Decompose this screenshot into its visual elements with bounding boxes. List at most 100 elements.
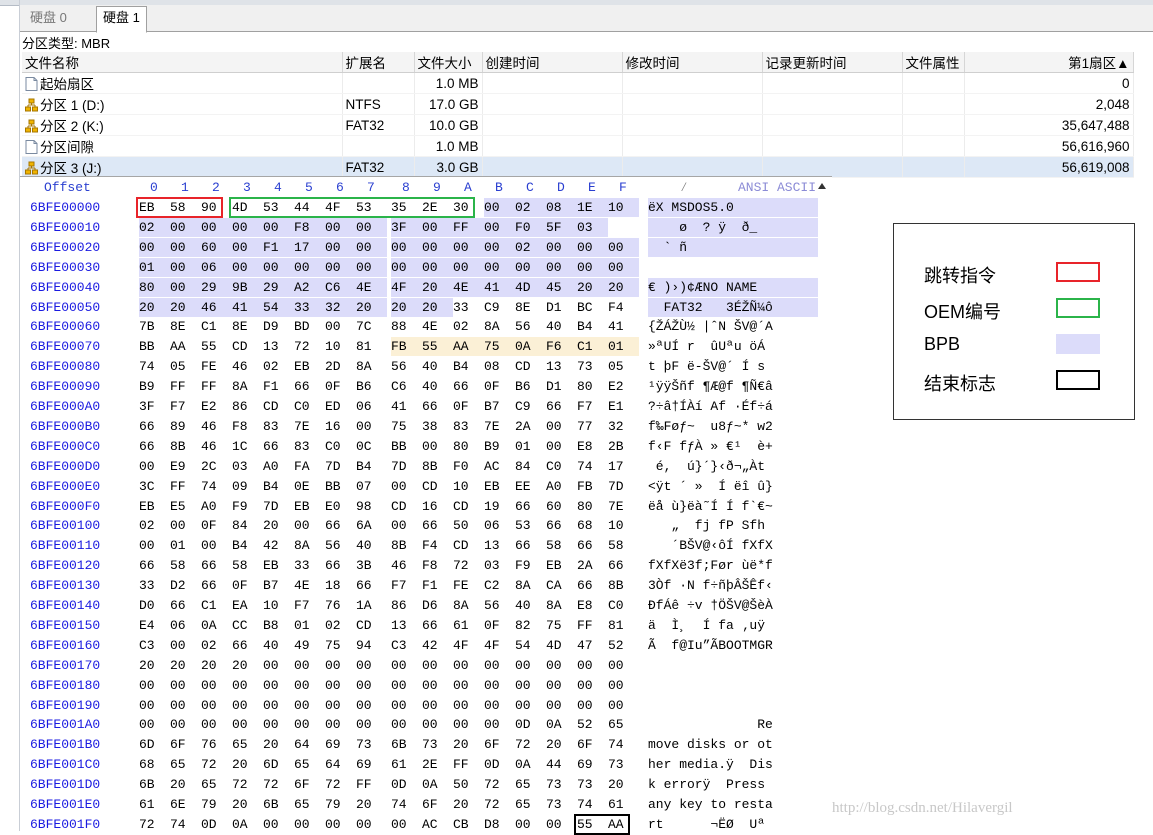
- hex-offset: 6BFE000F0: [30, 498, 101, 514]
- hex-offset: 6BFE00170: [30, 657, 101, 673]
- hex-row[interactable]: 6BFE00160 C3 00 02 66 40 49 75 94 C3 42 4F 4F 54 4D 47 5…: [20, 636, 832, 655]
- hex-view[interactable]: Offset 0 1 2 3 4 5 6 7 8 9 A B C D E F ⁄ ANSI ASCII 6BF…: [20, 176, 832, 835]
- hex-row[interactable]: 6BFE00110 00 01 00 B4 42 8A 56 40 8B F4 CD 13 66 58 66 5…: [20, 536, 832, 555]
- table-row[interactable]: 起始扇区 1.0 MB 0: [22, 72, 1134, 94]
- hex-row[interactable]: 6BFE00150 E4 06 0A CC B8 01 02 CD 13 66 61 0F 82 75 FF 8…: [20, 616, 832, 635]
- column-header-attributes[interactable]: 文件属性: [902, 52, 965, 73]
- column-header-size[interactable]: 文件大小: [414, 52, 483, 73]
- cell-size: 10.0 GB: [414, 114, 483, 136]
- hex-header-ascii: ANSI ASCII: [738, 180, 817, 195]
- hex-row[interactable]: 6BFE00010 02 00 00 00 00 F8 00 00 3F 00 FF 00 F0 5F 03 …: [20, 217, 832, 237]
- cell-created: [482, 156, 623, 178]
- hex-column-header: 6: [336, 180, 344, 195]
- hex-row[interactable]: 6BFE00040 80 00 29 9B 29 A2 C6 4E 4F 20 4E 41 4D 45 20 2…: [20, 277, 832, 297]
- hex-row[interactable]: 6BFE00120 66 58 66 58 EB 33 66 3B 46 F8 72 03 F9 EB 2A 6…: [20, 556, 832, 575]
- tab-disk-1[interactable]: 硬盘 1: [96, 6, 147, 33]
- hex-row[interactable]: 6BFE000E0 3C FF 74 09 B4 0E BB 07 00 CD 10 EB EE A0 FB 7…: [20, 477, 832, 496]
- hex-offset: 6BFE001E0: [30, 797, 101, 812]
- table-row[interactable]: 分区 3 (J:) FAT32 3.0 GB 56,619,008: [22, 156, 1134, 178]
- ascii-text: »ªUÍ r ûUªu öÁ: [648, 339, 766, 355]
- hex-row[interactable]: 6BFE00190 00 00 00 00 00 00 00 00 00 00 00 00 00 00 00 0…: [20, 696, 832, 715]
- hex-row[interactable]: 6BFE000D0 00 E9 2C 03 A0 FA 7D B4 7D 8B F0 AC 84 C0 74 1…: [20, 457, 832, 476]
- cell-created: [482, 93, 623, 115]
- cell-extension: FAT32: [342, 114, 415, 136]
- ascii-text: FAT32 3ÉŽÑ¼ô: [648, 297, 818, 317]
- hex-row[interactable]: 6BFE00030 01 00 06 00 00 00 00 00 00 00 00 00 00 00 00 0…: [20, 257, 832, 277]
- hex-offset: 6BFE000B0: [30, 418, 101, 434]
- hex-offset: 6BFE000D0: [30, 458, 101, 474]
- legend-label-bpb: BPB: [924, 334, 961, 354]
- hex-bytes: C3 00 02 66 40 49 75 94 C3 42 4F 4F 54 4D 47 52: [139, 637, 624, 653]
- column-header-first-sector[interactable]: 第1扇区▲: [964, 52, 1134, 73]
- hex-row[interactable]: 6BFE000B0 66 89 46 F8 83 7E 16 00 75 38 83 7E 2A 00 77 3…: [20, 417, 832, 436]
- hex-row[interactable]: 6BFE001E0 61 6E 79 20 6B 65 79 20 74 6F 20 72 65 73 74 6…: [20, 795, 832, 814]
- hex-row[interactable]: 6BFE000F0 EB E5 A0 F9 7D EB E0 98 CD 16 CD 19 66 60 80 7…: [20, 497, 832, 516]
- column-header-name[interactable]: 文件名称: [22, 52, 343, 73]
- ascii-text: any key to resta: [648, 797, 773, 812]
- cell-extension: FAT32: [342, 156, 415, 178]
- table-row[interactable]: 分区 1 (D:) NTFS 17.0 GB 2,048: [22, 93, 1134, 115]
- hex-bytes: 33 D2 66 0F B7 4E 18 66 F7 F1 FE C2 8A CA 66 8B: [139, 578, 624, 594]
- scroll-up-arrow-icon[interactable]: [818, 183, 826, 189]
- ascii-text: rt ¬ËØ Uª: [648, 816, 766, 832]
- tab-disk-0[interactable]: 硬盘 0: [24, 7, 73, 30]
- hex-offset: 6BFE00070: [30, 339, 101, 355]
- hex-bytes: 74 05 FE 46 02 EB 2D 8A 56 40 B4 08 CD 13 73 05: [139, 359, 624, 375]
- table-row[interactable]: 分区间隙 1.0 MB 56,616,960: [22, 135, 1134, 157]
- hex-row[interactable]: 6BFE000C0 66 8B 46 1C 66 83 C0 0C BB 00 80 B9 01 00 E8 2…: [20, 437, 832, 456]
- ascii-text: f‹F fƒÀ » €¹ è+: [648, 438, 773, 454]
- ascii-text: Re: [648, 717, 773, 733]
- column-header-record-updated[interactable]: 记录更新时间: [762, 52, 903, 73]
- hex-row[interactable]: 6BFE00050 20 20 46 41 54 33 32 20 20 20 33 C9 8E D1 BC F…: [20, 297, 832, 317]
- hex-row[interactable]: 6BFE001C0 68 65 72 20 6D 65 64 69 61 2E FF 0D 0A 44 69 7…: [20, 755, 832, 774]
- cell-record-updated: [762, 156, 903, 178]
- hex-row[interactable]: 6BFE001D0 6B 20 65 72 72 6F 72 FF 0D 0A 50 72 65 73 73 2…: [20, 775, 832, 794]
- cell-name: 分区 2 (K:): [22, 114, 343, 136]
- hex-row[interactable]: 6BFE00170 20 20 20 20 00 00 00 00 00 00 00 00 00 00 00 0…: [20, 656, 832, 675]
- hex-offset: 6BFE00080: [30, 359, 101, 375]
- cell-size: 1.0 MB: [414, 72, 483, 94]
- hex-row[interactable]: 6BFE00090 B9 FF FF 8A F1 66 0F B6 C6 40 66 0F B6 D1 80 E…: [20, 377, 832, 396]
- hex-row[interactable]: 6BFE00130 33 D2 66 0F B7 4E 18 66 F7 F1 FE C2 8A CA 66 8…: [20, 576, 832, 595]
- hex-header-offset: Offset: [44, 180, 91, 195]
- hex-row[interactable]: 6BFE00080 74 05 FE 46 02 EB 2D 8A 56 40 B4 08 CD 13 73 0…: [20, 357, 832, 376]
- ascii-text: ëX MSDOS5.0: [648, 198, 818, 217]
- partition-icon: [25, 119, 38, 133]
- hex-bytes: D0 66 C1 EA 10 F7 76 1A 86 D6 8A 56 40 8A E8 C0: [139, 598, 624, 613]
- column-header-modified[interactable]: 修改时间: [622, 52, 763, 73]
- hex-row[interactable]: 6BFE00060 7B 8E C1 8E D9 BD 00 7C 88 4E 02 8A 56 40 B4 4…: [20, 317, 832, 336]
- cell-created: [482, 72, 623, 94]
- table-row[interactable]: 分区 2 (K:) FAT32 10.0 GB 35,647,488: [22, 114, 1134, 136]
- cell-first-sector: 56,616,960: [964, 135, 1134, 157]
- column-header-created[interactable]: 创建时间: [482, 52, 623, 73]
- hex-row[interactable]: 6BFE00180 00 00 00 00 00 00 00 00 00 00 00 00 00 00 00 0…: [20, 676, 832, 695]
- cell-record-updated: [762, 114, 903, 136]
- hex-row[interactable]: 6BFE001A0 00 00 00 00 00 00 00 00 00 00 00 00 0D 0A 52 6…: [20, 715, 832, 734]
- ascii-text: „ fj fP Sfh: [648, 518, 766, 534]
- hex-bytes: 00 00 00 00 00 00 00 00 00 00 00 00 00 00 00 00: [139, 697, 624, 713]
- hex-bytes: 3C FF 74 09 B4 0E BB 07 00 CD 10 EB EE A0 FB 7D: [139, 478, 624, 494]
- hex-row[interactable]: 6BFE00070 BB AA 55 CD 13 72 10 81 FB 55 AA 75 0A F6 C1 0…: [20, 337, 832, 357]
- cell-name: 分区间隙: [22, 135, 343, 157]
- ascii-text: f‰Føƒ~ u8ƒ~* w2: [648, 418, 773, 434]
- hex-row[interactable]: 6BFE00140 D0 66 C1 EA 10 F7 76 1A 86 D6 8A 56 40 8A E8 C…: [20, 596, 832, 615]
- cell-name: 分区 3 (J:): [22, 156, 343, 178]
- hex-offset: 6BFE00090: [30, 379, 101, 395]
- hex-row[interactable]: 6BFE00100 02 00 0F 84 20 00 66 6A 00 66 50 06 53 66 68 1…: [20, 516, 832, 535]
- cell-modified: [622, 114, 763, 136]
- ascii-text: € )›)¢ÆNO NAME: [648, 277, 818, 297]
- hex-row[interactable]: 6BFE001F0 72 74 0D 0A 00 00 00 00 00 AC CB D8 00 00 55 A…: [20, 815, 832, 834]
- ascii-text: <ÿt ´ » Í ëî û}: [648, 478, 773, 494]
- cell-first-sector: 0: [964, 72, 1134, 94]
- hex-row[interactable]: 6BFE00020 00 00 60 00 F1 17 00 00 00 00 00 00 02 00 00 0…: [20, 237, 832, 257]
- hex-bytes: 68 65 72 20 6D 65 64 69 61 2E FF 0D 0A 44 69 73: [139, 757, 624, 773]
- hex-row[interactable]: 6BFE000A0 3F F7 E2 86 CD C0 ED 06 41 66 0F B7 C9 66 F7 E…: [20, 397, 832, 416]
- hex-row[interactable]: 6BFE001B0 6D 6F 76 65 20 64 69 73 6B 73 20 6F 72 20 6F 7…: [20, 735, 832, 754]
- column-header-extension[interactable]: 扩展名: [342, 52, 415, 73]
- hex-column-header: 8: [402, 180, 410, 195]
- ascii-header-marker: ⁄: [680, 180, 688, 195]
- cell-created: [482, 114, 623, 136]
- file-icon: [25, 140, 38, 154]
- hex-bytes: 66 8B 46 1C 66 83 C0 0C BB 00 80 B9 01 00 E8 2B: [139, 438, 624, 454]
- cell-created: [482, 135, 623, 157]
